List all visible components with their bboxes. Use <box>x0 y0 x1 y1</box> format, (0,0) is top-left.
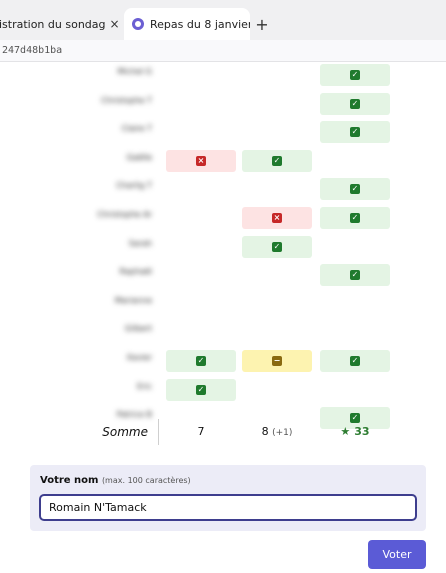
name-label-text: Votre nom <box>40 475 99 486</box>
sum-cell-2: ★ 33 <box>320 425 390 438</box>
name-label-hint: (max. 100 caractères) <box>101 476 191 485</box>
check-icon: ✓ <box>350 270 360 281</box>
participant-row: Marianne <box>0 291 446 320</box>
participant-row: Michel G ✓ <box>0 62 446 91</box>
vote-cell-yes: ✓ <box>320 264 390 287</box>
vote-cell-yes: ✓ <box>166 378 236 401</box>
divider <box>158 419 159 445</box>
sum-cell-0: 7 <box>166 425 236 438</box>
cross-icon: × <box>272 212 282 223</box>
vote-cell-maybe: − <box>242 349 312 372</box>
vote-cell-yes: ✓ <box>320 206 390 229</box>
vote-cell-no: × <box>166 149 236 172</box>
check-icon: ✓ <box>272 241 282 252</box>
vote-cell-yes: ✓ <box>242 149 312 172</box>
address-bar[interactable]: 247d48b1ba <box>0 40 446 62</box>
maybe-icon: − <box>272 355 282 366</box>
check-icon: ✓ <box>350 127 360 138</box>
participant-name: Gaëlle <box>126 152 152 162</box>
participant-row: Eric ✓ <box>0 377 446 406</box>
participant-row: Gaëlle × ✓ <box>0 148 446 177</box>
browser-tab-active[interactable]: Repas du 8 janvier – Fram × <box>124 8 250 40</box>
poll-results-table: Michel G ✓ Christophe T ✓ Claire T ✓ Gaëlle × ✓ C… <box>0 62 446 434</box>
participant-row: Charlig T ✓ <box>0 176 446 205</box>
name-field-label: Votre nom (max. 100 caractères) <box>40 475 416 486</box>
participant-name: Eric <box>137 381 152 391</box>
participant-row: Christophe Ar × ✓ <box>0 205 446 234</box>
participant-row: Christophe T ✓ <box>0 91 446 120</box>
sum-maybe-count: (+1) <box>272 428 293 438</box>
browser-tab-admin[interactable]: nistration du sondag × <box>0 8 124 40</box>
vote-cell-yes: ✓ <box>320 64 390 86</box>
tab-title: nistration du sondag <box>0 17 106 31</box>
check-icon: ✓ <box>196 384 206 395</box>
check-icon: ✓ <box>272 155 282 166</box>
vote-cell-yes: ✓ <box>320 349 390 372</box>
sum-value: 8 <box>261 425 269 438</box>
sum-value: 33 <box>354 425 370 438</box>
participant-name: Michel G <box>117 67 152 76</box>
participant-name: Xavier <box>126 352 152 362</box>
participant-name: Sarah <box>128 238 152 248</box>
check-icon: ✓ <box>350 355 360 366</box>
vote-cell-yes: ✓ <box>320 92 390 115</box>
tab-title: Repas du 8 janvier – Fram <box>150 17 250 31</box>
check-icon: ✓ <box>196 355 206 366</box>
vote-cell-yes: ✓ <box>166 349 236 372</box>
name-form: Votre nom (max. 100 caractères) <box>30 465 426 531</box>
close-tab-icon[interactable]: × <box>110 17 120 31</box>
vote-cell-no: × <box>242 206 312 229</box>
cross-icon: × <box>196 155 206 166</box>
participant-name: Marianne <box>114 295 152 305</box>
name-input[interactable] <box>39 494 417 521</box>
participant-name: Christophe T <box>101 95 152 105</box>
participant-row: Claire T ✓ <box>0 119 446 148</box>
participant-name: Claire T <box>121 124 152 134</box>
check-icon: ✓ <box>350 212 360 223</box>
vote-cell-yes: ✓ <box>320 178 390 201</box>
browser-tab-bar: nistration du sondag × Repas du 8 janvie… <box>0 0 446 40</box>
check-icon: ✓ <box>350 98 360 109</box>
check-icon: ✓ <box>350 70 360 80</box>
check-icon: ✓ <box>350 184 360 195</box>
participant-name: Charlig T <box>116 181 152 191</box>
star-icon: ★ <box>340 425 351 438</box>
participant-name: Gilbert <box>124 324 152 334</box>
participant-row: Xavier ✓ − ✓ <box>0 348 446 377</box>
participant-name: Raphaël <box>119 267 152 277</box>
new-tab-button[interactable]: + <box>250 8 274 40</box>
vote-cell-yes: ✓ <box>320 121 390 144</box>
framadate-favicon-icon <box>132 18 144 30</box>
participant-name: Christophe Ar <box>97 209 152 219</box>
sum-value: 7 <box>197 425 205 438</box>
vote-button[interactable]: Voter <box>368 540 426 569</box>
sum-row: Somme 7 8 (+1) ★ 33 <box>0 417 446 447</box>
vote-cell-yes: ✓ <box>242 235 312 258</box>
sum-cell-1: 8 (+1) <box>242 425 312 438</box>
participant-row: Gilbert <box>0 319 446 348</box>
participant-row: Raphaël ✓ <box>0 262 446 291</box>
sum-label: Somme <box>102 425 148 439</box>
participant-row: Sarah ✓ <box>0 234 446 263</box>
